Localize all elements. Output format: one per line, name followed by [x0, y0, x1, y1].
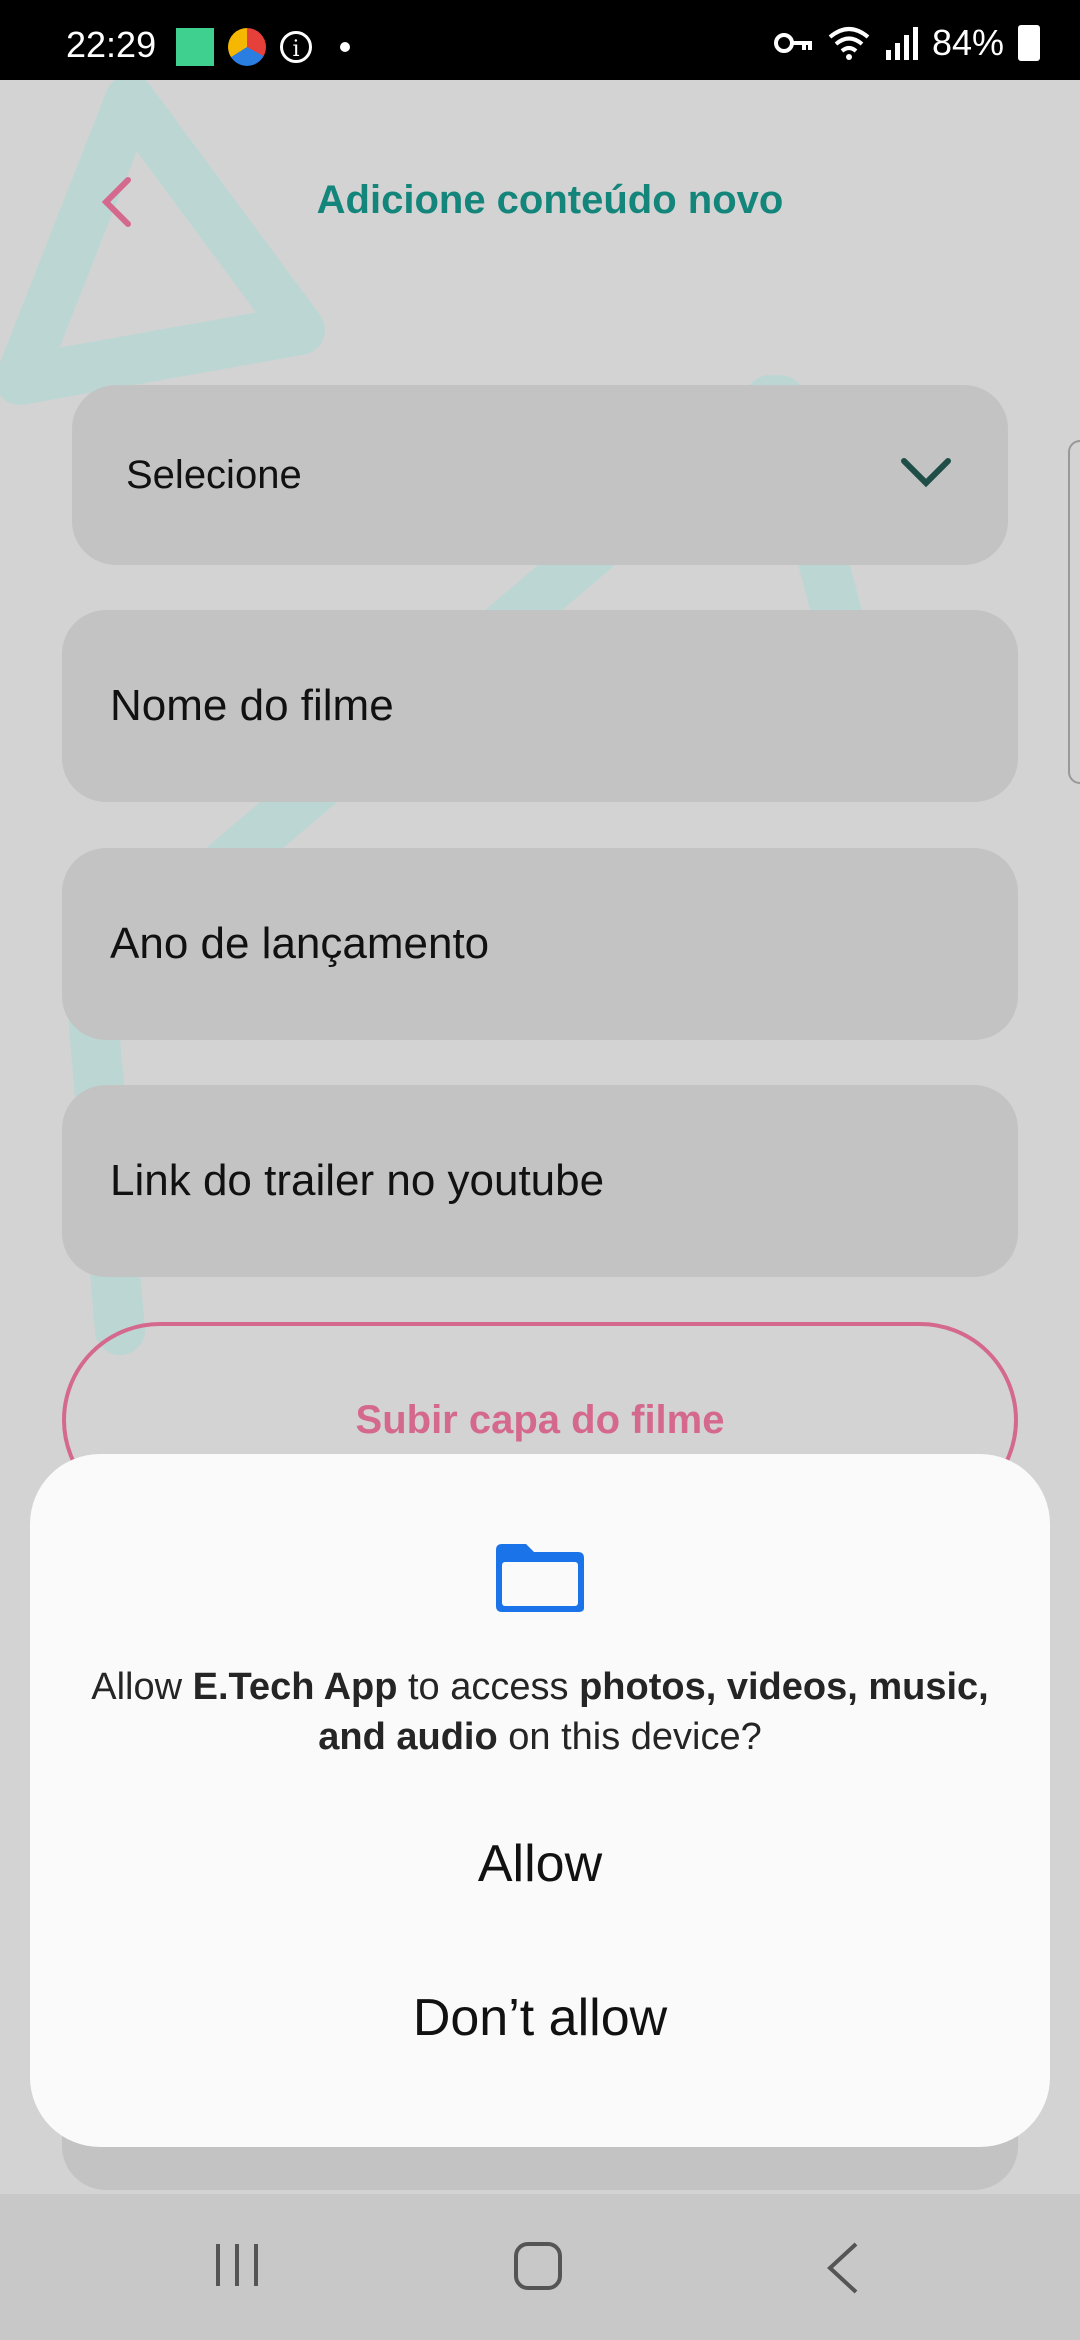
category-select[interactable]: Selecione — [72, 385, 1008, 565]
release-year-field[interactable]: Ano de lançamento — [62, 848, 1018, 1040]
wifi-icon — [828, 27, 870, 60]
message-prefix: Allow — [91, 1666, 193, 1708]
signal-icon — [885, 27, 918, 60]
movie-name-field[interactable]: Nome do filme — [62, 610, 1018, 802]
system-nav-bar — [0, 2194, 1080, 2340]
permission-dialog: Allow E.Tech App to access photos, video… — [30, 1454, 1050, 2147]
vpn-key-icon — [773, 33, 812, 53]
info-icon: i — [280, 31, 312, 63]
allow-button[interactable]: Allow — [30, 1834, 1050, 1894]
back-icon[interactable] — [822, 2240, 862, 2296]
movie-name-placeholder: Nome do filme — [110, 681, 394, 730]
release-year-placeholder: Ano de lançamento — [110, 919, 490, 968]
status-time: 22:29 — [66, 24, 157, 65]
app-name: E.Tech App — [192, 1666, 398, 1708]
dont-allow-button[interactable]: Don’t allow — [30, 1988, 1050, 2048]
trailer-link-field[interactable]: Link do trailer no youtube — [62, 1085, 1018, 1277]
folder-icon — [496, 1544, 584, 1612]
message-middle: to access — [397, 1666, 580, 1708]
dot-icon — [340, 42, 350, 52]
battery-percent: 84% — [931, 22, 1004, 63]
home-icon[interactable] — [512, 2240, 564, 2292]
page-title: Adicione conteúdo novo — [316, 178, 784, 222]
permission-message: Allow E.Tech App to access photos, video… — [90, 1662, 990, 1762]
edge-panel-handle[interactable] — [1068, 440, 1080, 784]
battery-icon — [1018, 25, 1040, 61]
message-suffix: on this device? — [497, 1716, 762, 1758]
status-bar: 22:29 i 84% — [0, 0, 1080, 80]
app-square-icon — [176, 28, 214, 66]
select-label: Selecione — [126, 452, 302, 497]
color-wheel-icon — [228, 28, 266, 66]
chevron-down-icon — [901, 458, 951, 488]
recents-icon[interactable] — [212, 2240, 262, 2290]
trailer-link-placeholder: Link do trailer no youtube — [110, 1156, 605, 1205]
upload-cover-label: Subir capa do filme — [355, 1397, 725, 1442]
